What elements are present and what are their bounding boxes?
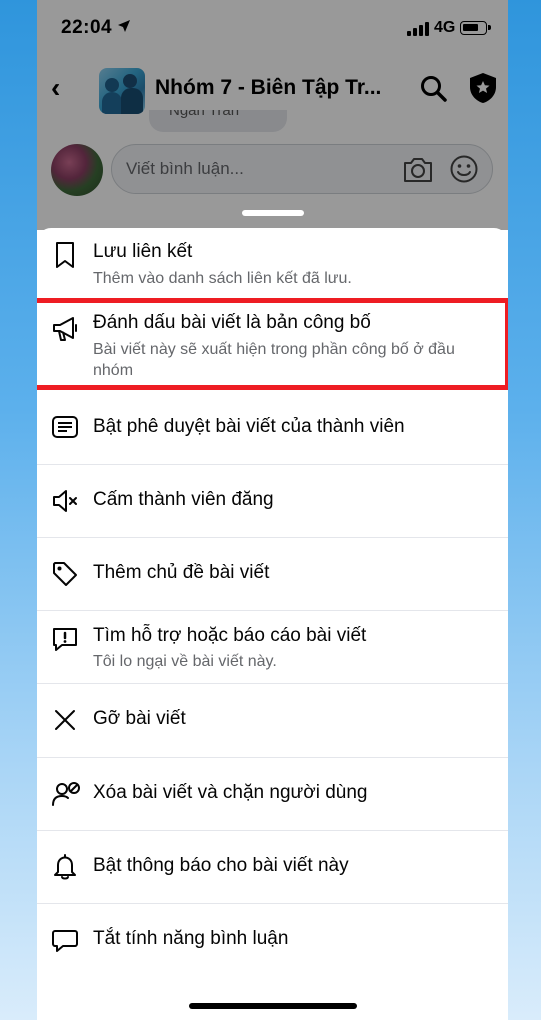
menu-item-title: Cấm thành viên đăng [93, 489, 274, 510]
close-icon [55, 710, 75, 730]
network-type: 4G [434, 19, 456, 36]
menu-item-title: Bật phê duyệt bài viết của thành viên [93, 416, 405, 437]
comment-icon [52, 930, 78, 952]
menu-item-title: Tìm hỗ trợ hoặc báo cáo bài viết [93, 625, 367, 646]
comment-placeholder: Viết bình luận... [126, 159, 244, 178]
menu-item-title: Lưu liên kết [93, 241, 193, 262]
report-icon [53, 628, 77, 651]
block-user-icon [52, 782, 80, 806]
menu-item-turn-on-notifications[interactable]: Bật thông báo cho bài viết này [37, 831, 508, 903]
home-indicator[interactable] [189, 1003, 357, 1009]
comment-composer: Viết bình luận... [37, 138, 508, 204]
camera-icon[interactable] [402, 155, 434, 185]
menu-item-delete-and-block[interactable]: Xóa bài viết và chặn người dùng [37, 758, 508, 830]
phone-screen: 22:04 4G ‹ Nhóm 7 - Biên Tập Tr... Ngân … [37, 0, 508, 1020]
menu-item-remove-post[interactable]: Gỡ bài viết [37, 684, 508, 756]
admin-shield-icon[interactable] [469, 72, 497, 104]
menu-item-turn-off-commenting[interactable]: Tắt tính năng bình luận [37, 904, 508, 976]
mute-speaker-icon [53, 490, 77, 512]
post-options-sheet: Lưu liên kết Thêm vào danh sách liên kết… [37, 228, 508, 1020]
menu-item-save-link[interactable]: Lưu liên kết Thêm vào danh sách liên kết… [37, 228, 508, 298]
partial-comment-author: Ngân Trần [149, 110, 287, 132]
group-title[interactable]: Nhóm 7 - Biên Tập Tr... [155, 76, 381, 100]
status-bar: 22:04 4G [37, 0, 508, 58]
menu-item-ban-member-posting[interactable]: Cấm thành viên đăng [37, 465, 508, 537]
bookmark-icon [56, 242, 74, 268]
location-arrow-icon [118, 20, 130, 32]
cellular-signal-icon [407, 22, 429, 36]
menu-item-post-approval[interactable]: Bật phê duyệt bài viết của thành viên [37, 392, 508, 464]
group-avatar[interactable] [99, 68, 145, 114]
bell-icon [54, 854, 76, 880]
comment-input[interactable]: Viết bình luận... [111, 144, 493, 194]
menu-item-subtitle: Thêm vào danh sách liên kết đã lưu. [93, 270, 352, 287]
battery-icon [460, 21, 491, 35]
menu-item-title: Tắt tính năng bình luận [93, 928, 289, 949]
status-time: 22:04 [61, 17, 113, 38]
highlight-box [37, 298, 508, 390]
menu-item-subtitle: Tôi lo ngại về bài viết này. [93, 653, 277, 670]
post-approval-icon [52, 416, 78, 438]
group-header: ‹ Nhóm 7 - Biên Tập Tr... [37, 60, 508, 116]
tag-icon [53, 562, 77, 586]
menu-item-title: Gỡ bài viết [93, 708, 186, 729]
comment-author-name: Ngân Trần [169, 110, 240, 119]
back-icon[interactable]: ‹ [51, 74, 60, 102]
background-post-area: 22:04 4G ‹ Nhóm 7 - Biên Tập Tr... Ngân … [37, 0, 508, 230]
sheet-grab-handle[interactable] [242, 210, 304, 216]
emoji-icon[interactable] [449, 154, 479, 184]
menu-item-title: Bật thông báo cho bài viết này [93, 855, 349, 876]
avatar[interactable] [51, 144, 103, 196]
menu-item-title: Thêm chủ đề bài viết [93, 562, 270, 583]
menu-item-title: Xóa bài viết và chặn người dùng [93, 782, 368, 803]
menu-item-report-post[interactable]: Tìm hỗ trợ hoặc báo cáo bài viết Tôi lo … [37, 611, 508, 683]
search-icon[interactable] [420, 75, 448, 103]
menu-item-add-topic[interactable]: Thêm chủ đề bài viết [37, 538, 508, 610]
